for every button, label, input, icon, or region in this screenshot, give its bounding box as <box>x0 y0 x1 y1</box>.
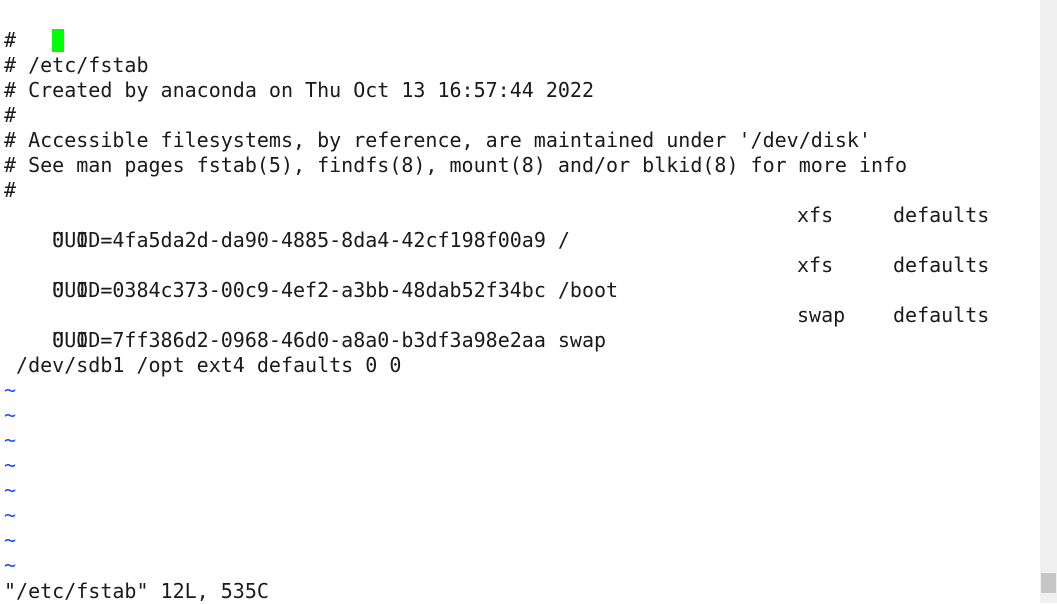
entry-fstype: xfs <box>797 253 834 277</box>
comment-line: # <box>4 178 17 202</box>
fstab-entry-root: UUID=4fa5da2d-da90-4885-8da4-42cf198f00a… <box>0 203 1040 252</box>
entry-dump-pass: 0 0 <box>52 328 89 352</box>
comment-line: # <box>4 103 17 127</box>
scrollbar-thumb[interactable] <box>1041 573 1056 593</box>
cursor-line <box>0 3 1040 52</box>
status-line: "/etc/fstab" 12L, 535C <box>4 579 269 603</box>
fstab-entry-swap: UUID=7ff386d2-0968-46d0-a8a0-b3df3a98e2a… <box>0 303 1040 352</box>
entry-options: defaults <box>893 253 990 277</box>
entry-options: defaults <box>893 303 990 327</box>
comment-line: # See man pages fstab(5), findfs(8), mou… <box>4 153 908 177</box>
empty-line-marker: ~ <box>4 478 17 502</box>
entry-dump-pass: 0 0 <box>52 228 89 252</box>
entry-options: defaults <box>893 203 990 227</box>
vertical-scrollbar[interactable] <box>1040 0 1057 603</box>
empty-line-marker: ~ <box>4 403 17 427</box>
empty-line-marker: ~ <box>4 528 17 552</box>
fstab-entry-sdb1: /dev/sdb1 /opt ext4 defaults 0 0 <box>4 353 402 377</box>
empty-line-marker: ~ <box>4 553 17 577</box>
entry-dump-pass: 0 0 <box>52 278 89 302</box>
vim-editor[interactable]: # # /etc/fstab # Created by anaconda on … <box>0 3 1040 603</box>
comment-line: # /etc/fstab <box>4 53 149 77</box>
empty-line-marker: ~ <box>4 453 17 477</box>
comment-line: # <box>4 28 17 52</box>
empty-line-marker: ~ <box>4 378 17 402</box>
entry-fstype: swap <box>797 303 846 327</box>
empty-line-marker: ~ <box>4 503 17 527</box>
comment-line: # Accessible filesystems, by reference, … <box>4 128 871 152</box>
comment-line: # Created by anaconda on Thu Oct 13 16:5… <box>4 78 595 102</box>
empty-line-marker: ~ <box>4 428 17 452</box>
entry-fstype: xfs <box>797 203 834 227</box>
fstab-entry-boot: UUID=0384c373-00c9-4ef2-a3bb-48dab52f34b… <box>0 253 1040 302</box>
